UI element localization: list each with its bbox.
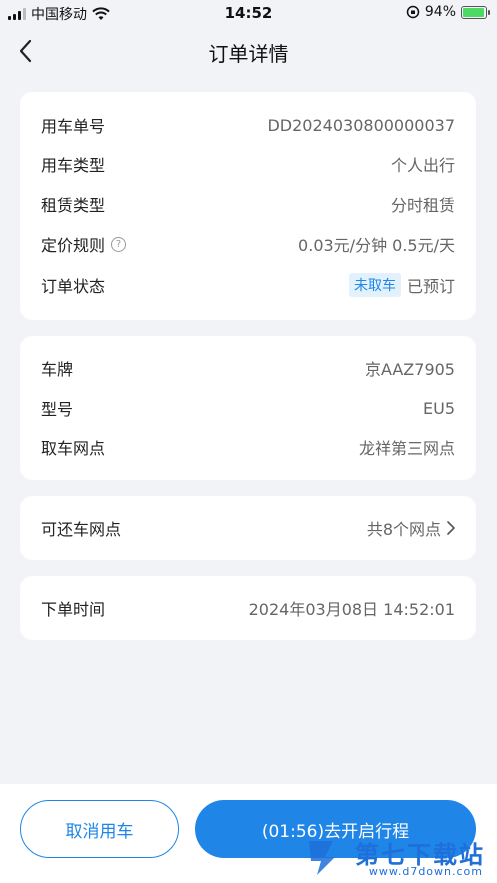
return-stations-row[interactable]: 可还车网点 共8个网点	[41, 516, 455, 540]
pricing-value: 0.03元/分钟 0.5元/天	[298, 236, 455, 255]
watermark-url: www.d7down.com	[368, 865, 483, 878]
order-status-row: 订单状态 未取车 已预订	[41, 273, 455, 297]
bottom-action-bar: 取消用车 (01:56)去开启行程 第七下载站 www.d7down.com	[0, 784, 497, 883]
rental-type-row: 租赁类型 分时租赁	[41, 192, 455, 216]
pickup-row: 取车网点 龙祥第三网点	[41, 435, 455, 459]
model-row: 型号 EU5	[41, 396, 455, 420]
plate-label: 车牌	[41, 360, 74, 379]
plate-value: 京AAZ7905	[364, 360, 455, 379]
battery-percent: 94%	[424, 4, 456, 20]
cancel-booking-button[interactable]: 取消用车	[20, 800, 179, 858]
order-info-card: 用车单号 DD2024030800000037 用车类型 个人出行 租赁类型 分…	[20, 92, 476, 320]
rental-type-value: 分时租赁	[390, 196, 455, 215]
return-stations-label: 可还车网点	[41, 520, 122, 539]
page-title: 订单详情	[208, 42, 289, 66]
chevron-right-icon	[447, 521, 455, 535]
model-value: EU5	[423, 398, 455, 418]
order-time-row: 下单时间 2024年03月08日 14:52:01	[41, 596, 455, 620]
usage-type-label: 用车类型	[41, 156, 106, 175]
return-stations-value: 共8个网点	[366, 520, 441, 539]
watermark-logo: 第七下载站 www.d7down.com	[303, 831, 493, 881]
nav-bar: 订单详情	[0, 26, 497, 76]
order-time-card: 下单时间 2024年03月08日 14:52:01	[20, 576, 476, 640]
battery-fill	[463, 7, 484, 17]
return-stations-value-wrap: 共8个网点	[367, 516, 455, 540]
rental-type-label: 租赁类型	[41, 196, 106, 215]
order-number-label: 用车单号	[41, 117, 106, 136]
watermark-icon	[309, 841, 335, 875]
order-number-value: DD2024030800000037	[267, 115, 455, 135]
pricing-row: 定价规则 ? 0.03元/分钟 0.5元/天	[41, 232, 455, 256]
status-right: 94%	[406, 4, 490, 20]
car-info-card: 车牌 京AAZ7905 型号 EU5 取车网点 龙祥第三网点	[20, 336, 476, 480]
help-icon[interactable]: ?	[111, 236, 127, 252]
pricing-label: 定价规则	[41, 236, 106, 255]
pricing-label-wrap: 定价规则 ?	[41, 232, 127, 256]
order-time-value: 2024年03月08日 14:52:01	[248, 600, 455, 619]
order-status-value: 已预订	[406, 277, 455, 296]
status-badge: 未取车	[348, 273, 401, 297]
orientation-lock-icon	[406, 5, 420, 19]
status-bar: 中国移动 14:52 94%	[0, 0, 497, 26]
usage-type-value: 个人出行	[390, 156, 455, 175]
pickup-label: 取车网点	[41, 439, 106, 458]
return-stations-card[interactable]: 可还车网点 共8个网点	[20, 496, 476, 560]
order-number-row: 用车单号 DD2024030800000037	[41, 113, 455, 137]
model-label: 型号	[41, 400, 74, 419]
usage-type-row: 用车类型 个人出行	[41, 152, 455, 176]
order-status-value-wrap: 未取车 已预订	[348, 273, 455, 297]
pickup-value: 龙祥第三网点	[358, 439, 455, 458]
order-time-label: 下单时间	[41, 600, 106, 619]
battery-icon	[461, 5, 490, 19]
plate-row: 车牌 京AAZ7905	[41, 356, 455, 380]
order-status-label: 订单状态	[41, 277, 106, 296]
